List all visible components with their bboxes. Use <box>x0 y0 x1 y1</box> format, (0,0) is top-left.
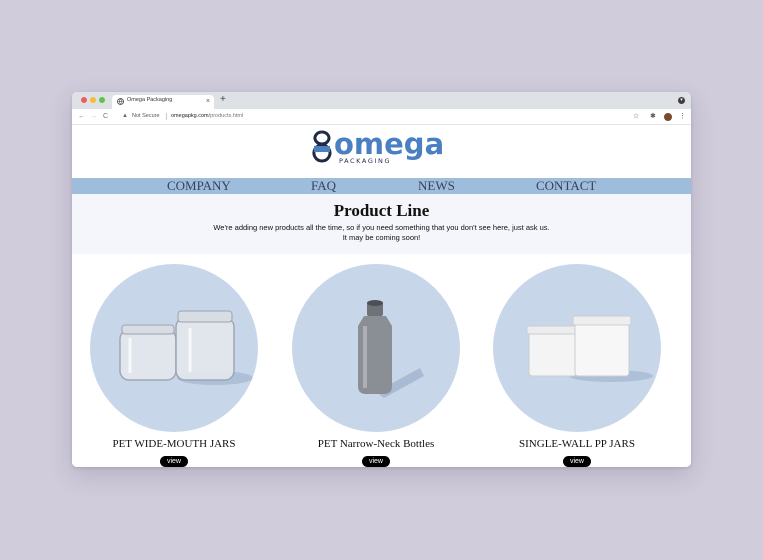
product-name: PET WIDE-MOUTH JARS <box>112 438 236 450</box>
back-button[interactable]: ← <box>78 110 85 123</box>
extensions-icon[interactable]: ✱ <box>650 111 656 122</box>
bookmark-star-icon[interactable]: ☆ <box>633 111 639 122</box>
logo-subtext: PACKAGING <box>339 157 391 165</box>
url-divider <box>166 113 167 120</box>
intro-section: Product Line We're adding new products a… <box>72 194 691 254</box>
url-text[interactable]: omegapkg.com/products.html <box>171 112 243 121</box>
web-page: omega PACKAGING COMPANY FAQ NEWS CONTACT… <box>72 125 691 467</box>
intro-text: We're adding new products all the time, … <box>72 223 691 243</box>
forward-button[interactable]: → <box>90 110 97 123</box>
view-button[interactable]: view <box>159 456 188 467</box>
tab-title: Omega Packaging <box>127 97 173 103</box>
address-bar[interactable]: ▲ Not Secure omegapkg.com/products.html <box>116 111 626 122</box>
window-menu-icon[interactable]: ▾ <box>678 97 685 104</box>
intro-line-1: We're adding new products all the time, … <box>213 223 550 232</box>
globe-icon <box>117 98 124 105</box>
close-tab-icon[interactable]: × <box>206 95 210 109</box>
product-card-single-wall-pp-jars: SINGLE-WALL PP JARS view <box>493 264 661 467</box>
url-path: /products.html <box>208 113 244 119</box>
security-label[interactable]: Not Secure <box>132 112 160 121</box>
new-tab-button[interactable]: + <box>220 93 226 107</box>
product-name: PET Narrow-Neck Bottles <box>317 438 435 450</box>
product-card-pet-narrow-neck-bottles: PET Narrow-Neck Bottles view <box>292 264 460 467</box>
intro-line-2: It may be coming soon! <box>342 233 421 242</box>
maximize-window-button[interactable] <box>99 97 105 103</box>
browser-menu-icon[interactable]: ⋮ <box>679 111 686 122</box>
product-image-pet-narrow-neck-bottles[interactable] <box>292 264 460 432</box>
browser-toolbar: ← → C ▲ Not Secure omegapkg.com/products… <box>72 109 691 125</box>
product-image-single-wall-pp-jars[interactable] <box>493 264 661 432</box>
white-jars-image <box>526 315 653 382</box>
warning-icon[interactable]: ▲ <box>122 112 128 121</box>
product-image-pet-wide-mouth-jars[interactable] <box>90 264 258 432</box>
nav-news-link[interactable]: NEWS <box>418 178 455 194</box>
tab-bar: Omega Packaging × + ▾ <box>72 92 691 109</box>
view-button[interactable]: view <box>562 456 591 467</box>
bottle-image <box>358 300 424 398</box>
close-window-button[interactable] <box>81 97 87 103</box>
omega-logo[interactable]: omega PACKAGING <box>312 128 452 168</box>
nav-faq-link[interactable]: FAQ <box>311 178 336 194</box>
nav-contact-link[interactable]: CONTACT <box>536 178 596 194</box>
view-button[interactable]: view <box>361 456 390 467</box>
site-nav-bar: COMPANY FAQ NEWS CONTACT <box>72 178 691 194</box>
browser-window: Omega Packaging × + ▾ ← → C ▲ Not Secure… <box>72 92 691 467</box>
profile-avatar[interactable] <box>664 113 672 121</box>
page-title: Product Line <box>333 201 430 220</box>
clear-jars-image <box>119 310 253 385</box>
product-name: SINGLE-WALL PP JARS <box>519 438 635 450</box>
reload-button[interactable]: C <box>103 110 108 123</box>
url-domain: omegapkg.com <box>171 113 209 119</box>
nav-company-link[interactable]: COMPANY <box>167 178 231 194</box>
product-card-pet-wide-mouth-jars: PET WIDE-MOUTH JARS view <box>90 264 258 467</box>
tab-omega-packaging[interactable]: Omega Packaging × <box>112 95 214 109</box>
minimize-window-button[interactable] <box>90 97 96 103</box>
